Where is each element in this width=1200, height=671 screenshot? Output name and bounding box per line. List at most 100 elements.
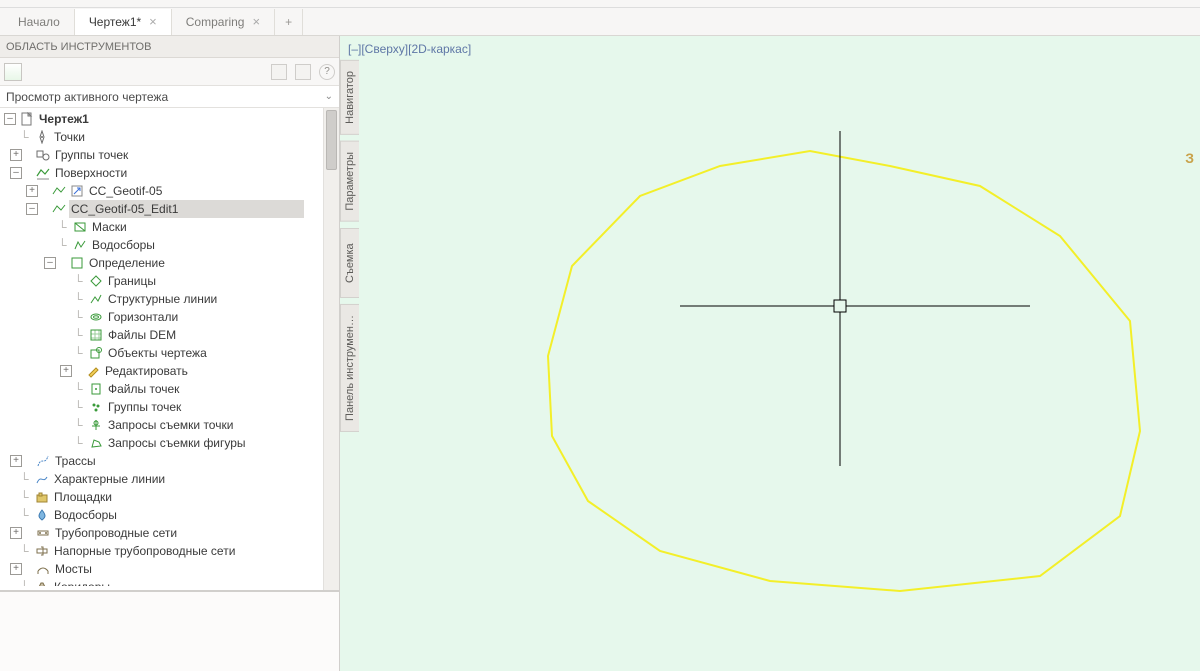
tree-label: Напорные трубопроводные сети: [52, 542, 237, 560]
definition-icon: [69, 256, 84, 270]
tree-dem-files[interactable]: └ Файлы DEM: [4, 326, 339, 344]
tree-contours[interactable]: └ Горизонтали: [4, 308, 339, 326]
tree-catchments[interactable]: └ Водосборы: [4, 506, 339, 524]
tree-corridors[interactable]: └ Коридоры: [4, 578, 339, 586]
drawobj-icon: [88, 346, 103, 360]
tree-watersheds-inner[interactable]: └ Водосборы: [4, 236, 339, 254]
tree-label: Маски: [90, 218, 129, 236]
tab-label: Начало: [18, 15, 60, 29]
tree-point-groups[interactable]: + Группы точек: [4, 146, 339, 164]
tab-drawing1[interactable]: Чертеж1* ×: [75, 9, 172, 35]
window-top-strip: [0, 0, 1200, 8]
new-tab-button[interactable]: +: [275, 9, 303, 35]
panel-toolbar: ?: [0, 58, 339, 86]
toolbar-overview-icon[interactable]: [4, 63, 22, 81]
tab-label: Comparing: [186, 15, 245, 29]
tree-pressure-networks[interactable]: └ Напорные трубопроводные сети: [4, 542, 339, 560]
boundary-icon: [88, 274, 103, 288]
tree-survey-figure-queries[interactable]: └ Запросы съемки фигуры: [4, 434, 339, 452]
tree-label: Характерные линии: [52, 470, 167, 488]
collapse-icon[interactable]: –: [10, 167, 22, 179]
corridor-icon: [34, 580, 49, 586]
tree-label: Запросы съемки точки: [106, 416, 235, 434]
expand-icon[interactable]: +: [10, 149, 22, 161]
site-icon: [34, 490, 49, 504]
tree-label: Файлы DEM: [106, 326, 178, 344]
toolspace-panel: ОБЛАСТЬ ИНСТРУМЕНТОВ ? Просмотр активног…: [0, 36, 340, 671]
tree-point-groups2[interactable]: └ Группы точек: [4, 398, 339, 416]
tab-comparing[interactable]: Comparing ×: [172, 9, 275, 35]
breakline-icon: [88, 292, 103, 306]
tree-scrollbar[interactable]: [323, 108, 339, 590]
toolbar-icon-1[interactable]: [271, 64, 287, 80]
tree-label: Определение: [87, 254, 167, 272]
surface-icon: [35, 166, 50, 180]
prospector-tree[interactable]: – Чертеж1 └ Точки + Группы точек: [0, 108, 339, 586]
watershed-icon: [72, 238, 87, 252]
expand-icon[interactable]: +: [10, 455, 22, 467]
tree-surface-cc1[interactable]: + CC_Geotif-05: [4, 182, 339, 200]
catchment-icon: [34, 508, 49, 522]
toolbar-icon-2[interactable]: [295, 64, 311, 80]
tree-label: CC_Geotif-05_Edit1: [69, 200, 304, 218]
plus-icon: +: [285, 15, 292, 29]
point-icon: [34, 130, 49, 144]
tree-masks[interactable]: └ Маски: [4, 218, 339, 236]
tree-boundaries[interactable]: └ Границы: [4, 272, 339, 290]
pipe-icon: [35, 526, 50, 540]
surface-icon: [51, 184, 66, 198]
tree-pipe-networks[interactable]: + Трубопроводные сети: [4, 524, 339, 542]
tree-edit[interactable]: + Редактировать: [4, 362, 339, 380]
tree-label: Объекты чертежа: [106, 344, 209, 362]
tree-surface-cc2[interactable]: – CC_Geotif-05_Edit1: [4, 200, 339, 218]
collapse-icon[interactable]: –: [26, 203, 38, 215]
help-icon[interactable]: ?: [319, 64, 335, 80]
tree-feature-lines[interactable]: └ Характерные линии: [4, 470, 339, 488]
view-mode-dropdown[interactable]: Просмотр активного чертежа ⌄: [0, 86, 339, 108]
shortcut-icon: [69, 184, 84, 198]
collapse-icon[interactable]: –: [44, 257, 56, 269]
pointfile-icon: [88, 382, 103, 396]
pressure-pipe-icon: [34, 544, 49, 558]
tree-label: Группы точек: [106, 398, 183, 416]
expand-icon[interactable]: +: [60, 365, 72, 377]
surface-boundary-polygon[interactable]: [548, 151, 1140, 591]
tree-label: Коридоры: [52, 578, 112, 586]
surface-icon: [51, 202, 66, 216]
drawing-viewport[interactable]: [–][Сверху][2D-каркас] Навигатор Парамет…: [340, 36, 1200, 671]
tree-bridges[interactable]: + Мосты: [4, 560, 339, 578]
pointgroup-icon: [88, 400, 103, 414]
tree-label: Точки: [52, 128, 87, 146]
tree-label: Файлы точек: [106, 380, 181, 398]
panel-title: ОБЛАСТЬ ИНСТРУМЕНТОВ: [0, 36, 339, 58]
tree-drawing-objects[interactable]: └ Объекты чертежа: [4, 344, 339, 362]
tree-label: Редактировать: [103, 362, 190, 380]
tab-home[interactable]: Начало: [4, 9, 75, 35]
tree-breaklines[interactable]: └ Структурные линии: [4, 290, 339, 308]
tree-points[interactable]: └ Точки: [4, 128, 339, 146]
tree-label: Трубопроводные сети: [53, 524, 179, 542]
tree-label: CC_Geotif-05: [87, 182, 164, 200]
close-icon[interactable]: ×: [252, 15, 260, 28]
mask-icon: [72, 220, 87, 234]
collapse-icon[interactable]: –: [4, 113, 16, 125]
tree-alignments[interactable]: + Трассы: [4, 452, 339, 470]
tree-sites[interactable]: └ Площадки: [4, 488, 339, 506]
drawing-canvas[interactable]: [340, 36, 1200, 671]
expand-icon[interactable]: +: [10, 563, 22, 575]
tree-point-files[interactable]: └ Файлы точек: [4, 380, 339, 398]
tree-label: Поверхности: [53, 164, 129, 182]
tree-label: Площадки: [52, 488, 114, 506]
tree-label: Группы точек: [53, 146, 130, 164]
expand-icon[interactable]: +: [26, 185, 38, 197]
expand-icon[interactable]: +: [10, 527, 22, 539]
tree-label: Структурные линии: [106, 290, 219, 308]
tree-survey-point-queries[interactable]: └ Запросы съемки точки: [4, 416, 339, 434]
scrollbar-thumb[interactable]: [326, 110, 337, 170]
tree-surfaces[interactable]: – Поверхности: [4, 164, 339, 182]
tree-label: Водосборы: [90, 236, 157, 254]
tree-definition[interactable]: – Определение: [4, 254, 339, 272]
close-icon[interactable]: ×: [149, 15, 157, 28]
survey-figure-icon: [88, 436, 103, 450]
tree-root[interactable]: – Чертеж1: [4, 110, 339, 128]
